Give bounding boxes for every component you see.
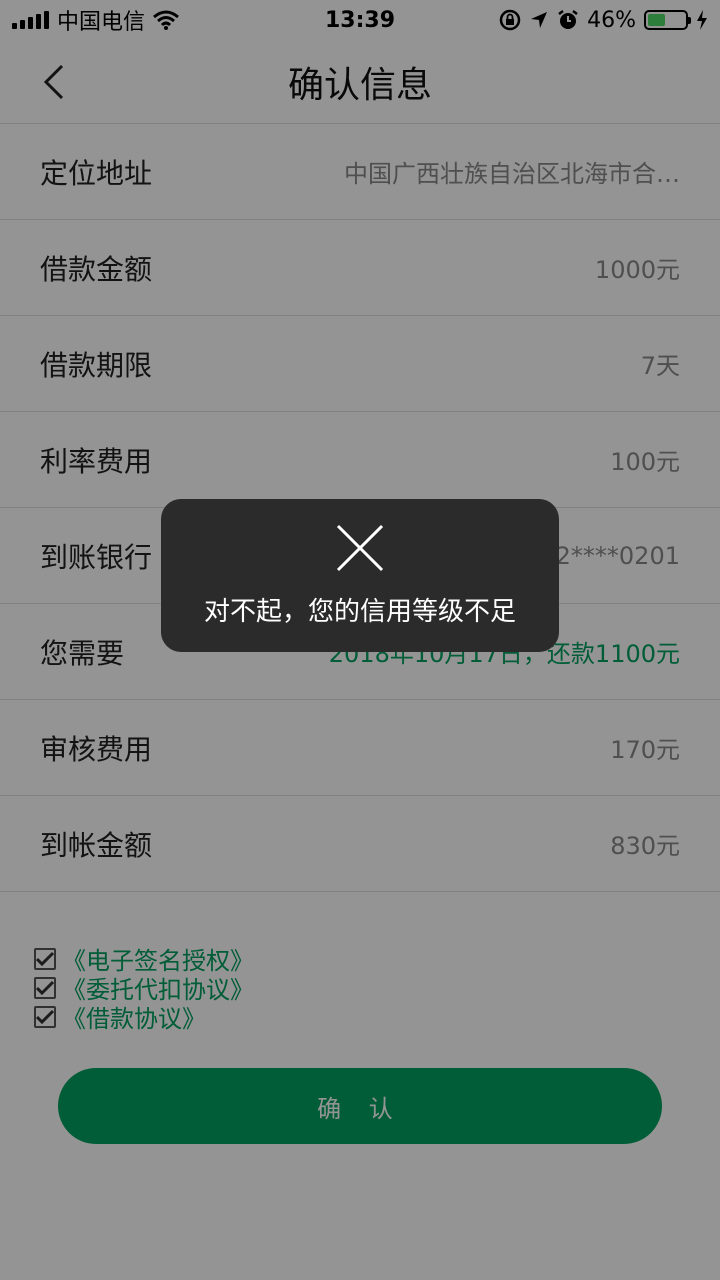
toast-message: 对不起，您的信用等级不足: [203, 597, 516, 627]
close-icon: [336, 524, 384, 572]
error-toast: 对不起，您的信用等级不足: [161, 499, 559, 652]
